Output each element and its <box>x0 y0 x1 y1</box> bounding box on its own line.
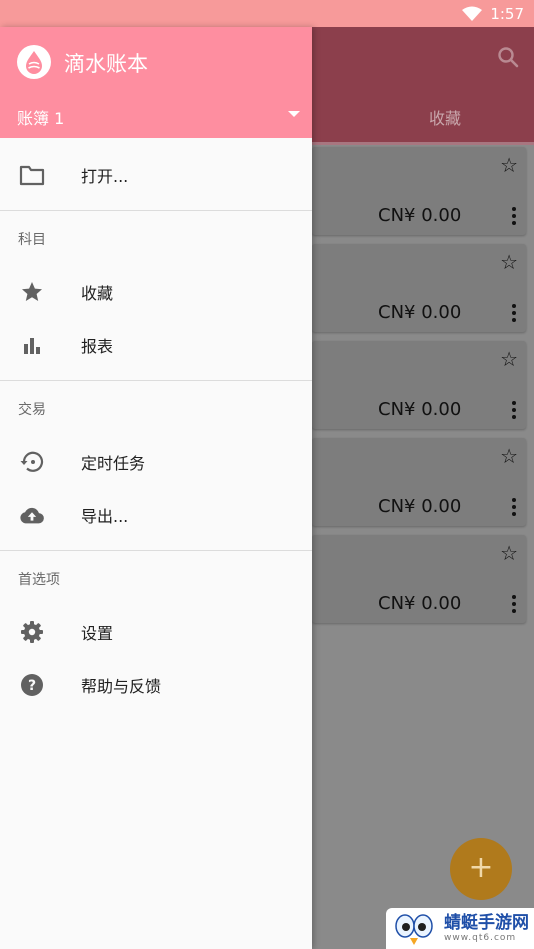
folder-icon <box>19 162 45 188</box>
menu-item-export[interactable]: 导出... <box>0 488 312 541</box>
section-title-transactions: 交易 <box>18 402 46 418</box>
dropdown-arrow-icon[interactable] <box>288 111 300 119</box>
menu-item-label: 定时任务 <box>81 453 146 473</box>
tab-favorites[interactable]: 收藏 <box>390 105 500 129</box>
more-vert-icon[interactable] <box>512 401 516 419</box>
account-balance: CN¥ 0.00 <box>378 593 462 614</box>
app-title: 滴水账本 <box>64 52 148 76</box>
star-outline-icon[interactable]: ☆ <box>500 541 518 565</box>
menu-item-reports[interactable]: 报表 <box>0 318 312 371</box>
search-icon[interactable] <box>496 45 520 69</box>
star-outline-icon[interactable]: ☆ <box>500 250 518 274</box>
star-outline-icon[interactable]: ☆ <box>500 347 518 371</box>
account-balance: CN¥ 0.00 <box>378 399 462 420</box>
wifi-icon <box>462 6 483 21</box>
account-card[interactable]: ☆ CN¥ 0.00 <box>312 535 526 623</box>
history-icon <box>19 449 45 475</box>
book-selector[interactable]: 账簿 1 <box>17 105 64 129</box>
menu-item-label: 打开... <box>81 166 129 186</box>
app-logo-icon <box>17 45 51 79</box>
more-vert-icon[interactable] <box>512 498 516 516</box>
menu-item-settings[interactable]: 设置 <box>0 605 312 658</box>
account-card[interactable]: ☆ CN¥ 0.00 <box>312 147 526 235</box>
menu-item-label: 设置 <box>81 623 114 643</box>
more-vert-icon[interactable] <box>512 595 516 613</box>
menu-item-label: 收藏 <box>81 283 114 303</box>
menu-item-scheduled[interactable]: 定时任务 <box>0 435 312 488</box>
account-balance: CN¥ 0.00 <box>378 302 462 323</box>
menu-item-label: 导出... <box>81 506 129 526</box>
account-balance: CN¥ 0.00 <box>378 205 462 226</box>
menu-item-help[interactable]: ? 帮助与反馈 <box>0 658 312 711</box>
star-outline-icon[interactable]: ☆ <box>500 444 518 468</box>
section-title-preferences: 首选项 <box>18 572 60 588</box>
divider <box>0 550 312 551</box>
menu-item-label: 报表 <box>81 336 114 356</box>
watermark-title: 蜻蜓手游网 <box>444 913 529 933</box>
status-bar: 1:57 <box>0 0 534 27</box>
section-title-accounts: 科目 <box>18 232 46 248</box>
account-card[interactable]: ☆ CN¥ 0.00 <box>312 244 526 332</box>
account-card[interactable]: ☆ CN¥ 0.00 <box>312 341 526 429</box>
help-icon: ? <box>19 672 45 698</box>
account-card[interactable]: ☆ CN¥ 0.00 <box>312 438 526 526</box>
more-vert-icon[interactable] <box>512 304 516 322</box>
cloud-upload-icon <box>19 502 45 528</box>
menu-item-favorites[interactable]: 收藏 <box>0 265 312 318</box>
watermark-subtitle: www.qt6.com <box>444 933 517 943</box>
divider <box>0 210 312 211</box>
dragonfly-logo-icon <box>395 913 433 945</box>
drawer-header: 滴水账本 账簿 1 <box>0 27 312 138</box>
status-time: 1:57 <box>490 4 524 23</box>
menu-item-label: 帮助与反馈 <box>81 676 162 696</box>
svg-text:?: ? <box>28 678 36 694</box>
bar-chart-icon <box>19 332 45 358</box>
more-vert-icon[interactable] <box>512 207 516 225</box>
add-fab-button[interactable]: + <box>450 838 512 900</box>
menu-item-open[interactable]: 打开... <box>0 148 312 201</box>
divider <box>0 380 312 381</box>
tab-indicator <box>312 142 534 145</box>
star-icon <box>19 279 45 305</box>
gear-icon <box>19 619 45 645</box>
site-watermark: 蜻蜓手游网 www.qt6.com <box>386 908 534 949</box>
navigation-drawer: 滴水账本 账簿 1 打开... 科目 收藏 报表 交易 定时任务 导出... 首… <box>0 27 312 949</box>
star-outline-icon[interactable]: ☆ <box>500 153 518 177</box>
account-balance: CN¥ 0.00 <box>378 496 462 517</box>
